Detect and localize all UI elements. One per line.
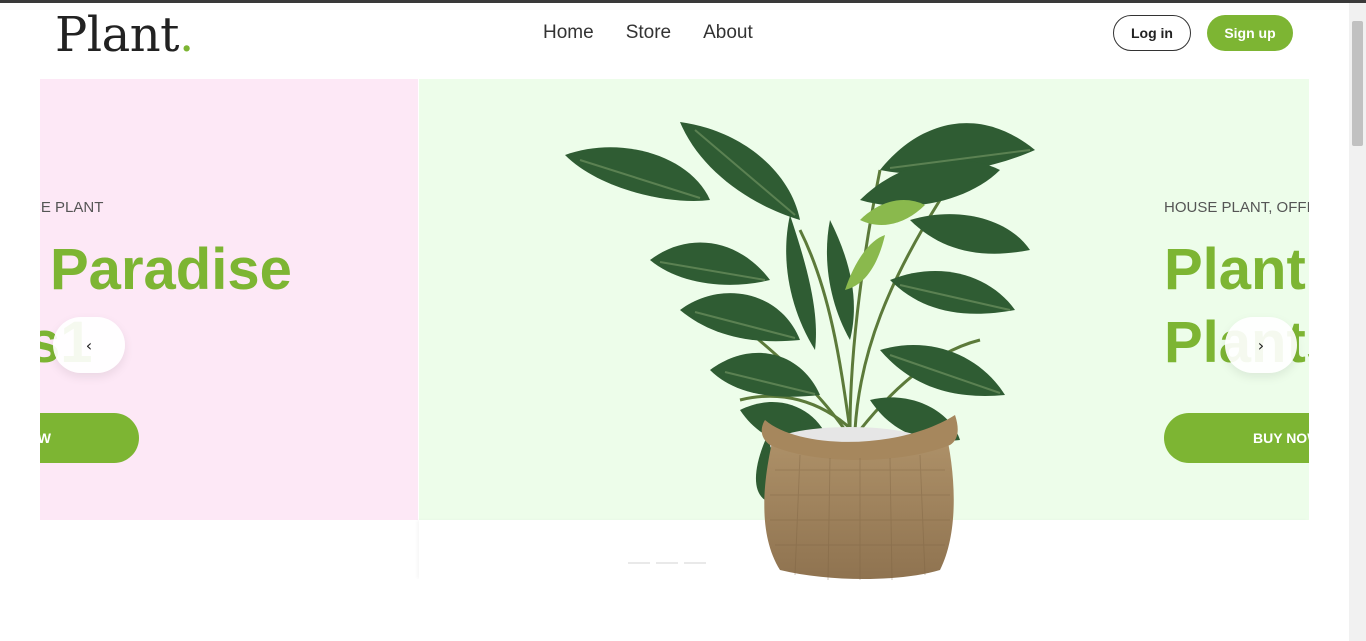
page-scrollbar[interactable] xyxy=(1349,3,1366,641)
nav-home-link[interactable]: Home xyxy=(543,22,594,44)
top-border xyxy=(0,0,1366,3)
slide-category: CE PLANT xyxy=(40,199,104,216)
slider-pagination xyxy=(628,562,706,564)
login-button[interactable]: Log in xyxy=(1113,15,1191,51)
nav-about-link[interactable]: About xyxy=(703,22,753,44)
slide-category: HOUSE PLANT, OFFIC xyxy=(1164,199,1309,216)
logo-dot: . xyxy=(178,7,194,63)
chevron-left-icon: ‹ xyxy=(85,335,93,355)
chevron-right-icon: › xyxy=(1257,335,1265,355)
main-nav: Home Store About xyxy=(543,22,753,44)
pagination-dot[interactable] xyxy=(628,562,650,564)
signup-button[interactable]: Sign up xyxy=(1207,15,1293,51)
scrollbar-thumb[interactable] xyxy=(1352,21,1363,146)
buy-now-button[interactable]: W xyxy=(40,413,139,463)
slider-prev-button[interactable]: ‹ xyxy=(53,317,125,373)
slider-next-button[interactable]: › xyxy=(1225,317,1297,373)
pagination-dot[interactable] xyxy=(684,562,706,564)
slide-title-line1: Paradise xyxy=(50,237,292,302)
slide-title-line1: Plant xyxy=(1164,237,1306,302)
buy-now-button[interactable]: BUY NOW xyxy=(1164,413,1309,463)
nav-store-link[interactable]: Store xyxy=(626,22,671,44)
site-logo[interactable]: Plant. xyxy=(55,6,194,64)
slide-previous: CE PLANT Paradise s1 W xyxy=(40,79,418,520)
logo-text: Plant xyxy=(55,7,179,63)
potted-plant-image xyxy=(565,122,1035,580)
pagination-dot[interactable] xyxy=(656,562,678,564)
